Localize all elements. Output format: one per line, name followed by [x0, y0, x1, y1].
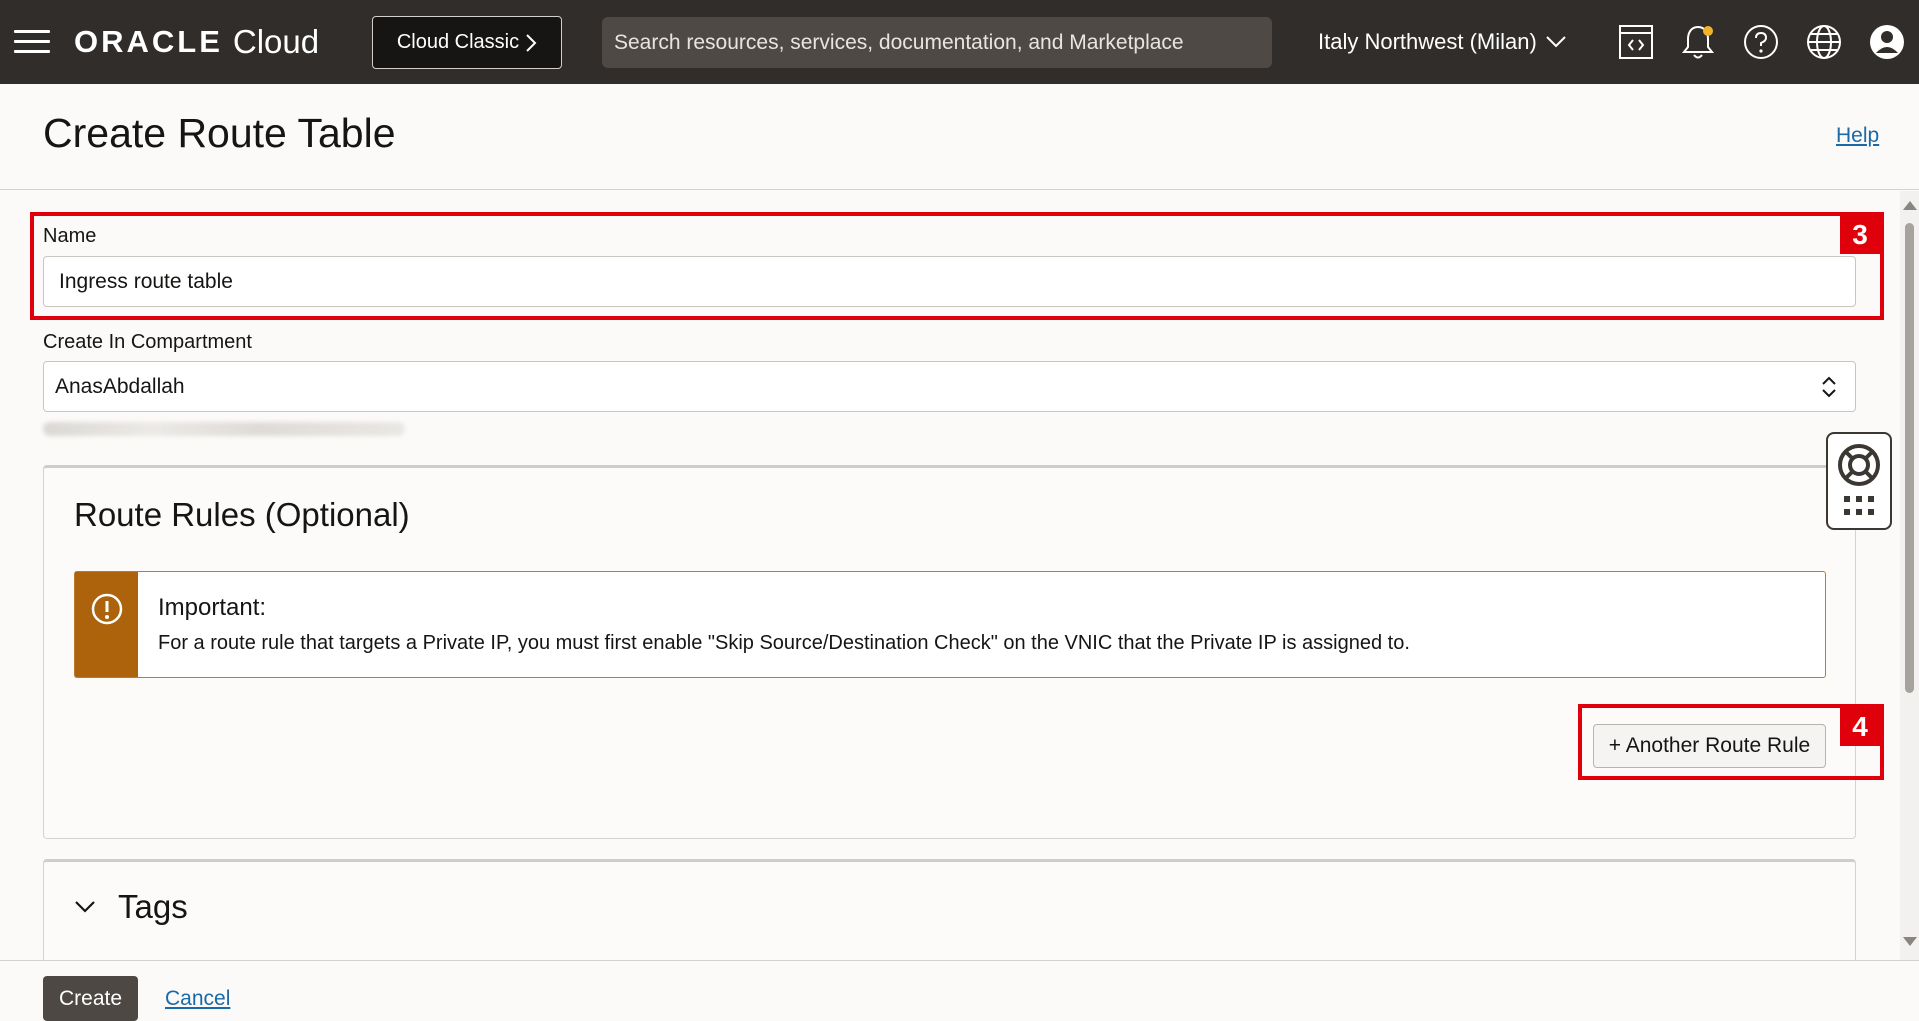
bell-icon[interactable]	[1678, 22, 1718, 62]
apps-grid-icon	[1844, 496, 1874, 515]
menu-icon[interactable]	[14, 30, 52, 54]
region-label: Italy Northwest (Milan)	[1318, 29, 1537, 54]
important-alert: Important: For a route rule that targets…	[74, 571, 1826, 678]
user-icon[interactable]	[1867, 22, 1907, 62]
scroll-down-arrow-icon[interactable]	[1903, 937, 1917, 946]
chevron-right-icon	[526, 33, 537, 52]
form-footer: Create Cancel	[0, 960, 1919, 1021]
vertical-scrollbar[interactable]	[1900, 191, 1919, 960]
alert-title: Important:	[158, 594, 267, 621]
product-name: Cloud	[232, 23, 320, 60]
alert-text: For a route rule that targets a Private …	[158, 632, 1410, 654]
page-title: Create Route Table	[43, 110, 396, 156]
lifebuoy-icon	[1838, 444, 1880, 486]
select-arrows-icon	[1822, 376, 1836, 397]
region-selector[interactable]: Italy Northwest (Milan)	[1318, 26, 1567, 58]
search-bar[interactable]	[602, 17, 1272, 68]
page-header: Create Route Table Help	[0, 84, 1919, 190]
create-button[interactable]: Create	[43, 976, 138, 1021]
scroll-up-arrow-icon[interactable]	[1903, 201, 1917, 210]
compartment-label: Create In Compartment	[43, 331, 252, 353]
compartment-value: AnasAbdallah	[55, 374, 185, 398]
scrollbar-thumb[interactable]	[1905, 223, 1914, 693]
code-editor-icon[interactable]	[1616, 22, 1656, 62]
oracle-cloud-logo[interactable]: ORACLE Cloud	[74, 22, 319, 62]
cloud-classic-label: Cloud Classic	[396, 31, 520, 53]
tags-toggle[interactable]: Tags	[74, 888, 188, 926]
warning-icon	[91, 593, 122, 625]
help-icon[interactable]	[1741, 22, 1781, 62]
search-input[interactable]	[614, 30, 1272, 55]
alert-accent-bar	[75, 572, 138, 677]
top-navigation-bar: ORACLE Cloud Cloud Classic Italy Northwe…	[0, 0, 1919, 84]
annotation-badge-4: 4	[1840, 708, 1880, 746]
tags-panel: Tags	[43, 859, 1856, 960]
form-content: Name Create In Compartment AnasAbdallah …	[0, 191, 1900, 960]
chevron-down-icon	[1546, 36, 1566, 48]
globe-icon[interactable]	[1804, 22, 1844, 62]
brand-name: ORACLE	[74, 24, 223, 59]
cloud-classic-button[interactable]: Cloud Classic	[372, 16, 562, 69]
route-rules-title: Route Rules (Optional)	[74, 496, 410, 533]
compartment-path-blurred	[43, 422, 405, 436]
annotation-box-3	[30, 212, 1884, 320]
cancel-link[interactable]: Cancel	[165, 987, 230, 1011]
annotation-badge-3: 3	[1840, 216, 1880, 254]
help-link[interactable]: Help	[1836, 124, 1879, 148]
route-rules-panel: Route Rules (Optional) Important: For a …	[43, 465, 1856, 839]
chevron-down-icon	[75, 901, 95, 913]
help-widget[interactable]	[1826, 432, 1892, 530]
tags-title: Tags	[118, 888, 188, 925]
compartment-select[interactable]: AnasAbdallah	[43, 361, 1856, 412]
annotation-box-4	[1578, 704, 1884, 780]
